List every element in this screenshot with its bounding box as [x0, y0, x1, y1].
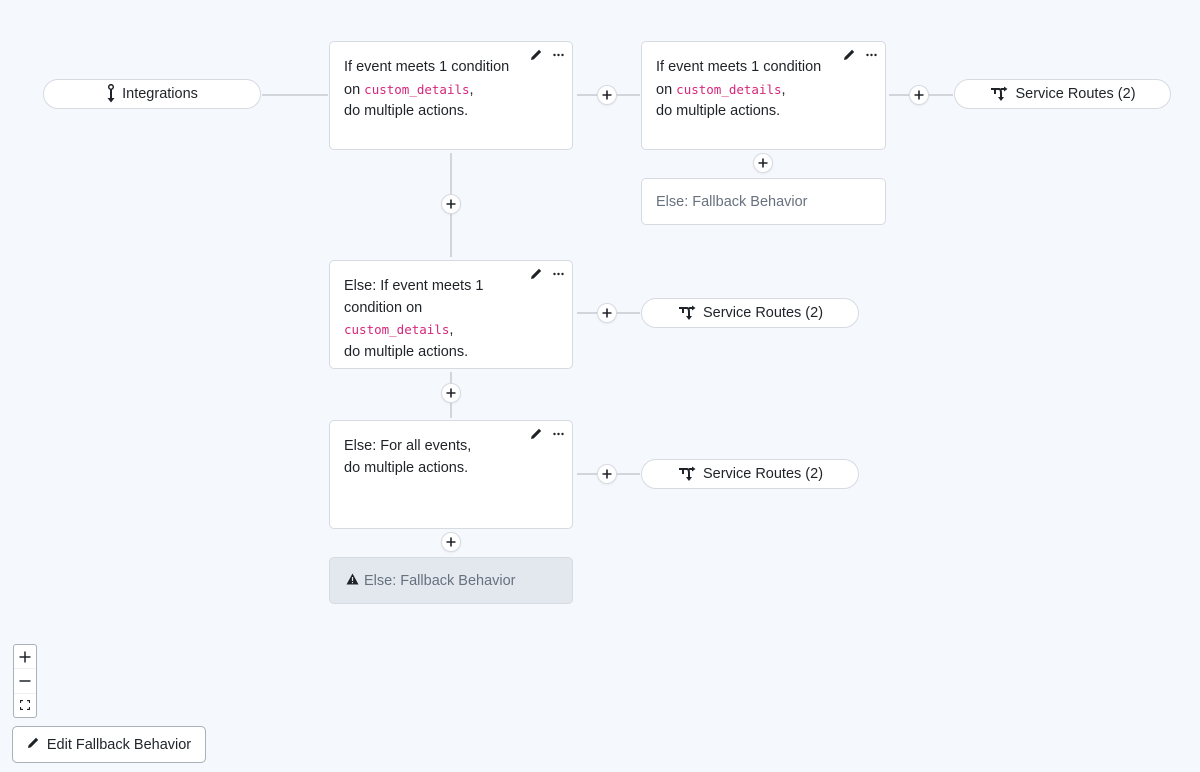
pencil-icon[interactable] — [530, 48, 543, 61]
fallback-label: Else: Fallback Behavior — [364, 572, 516, 589]
fit-view-button[interactable] — [14, 694, 36, 717]
add-node-button[interactable] — [753, 153, 773, 173]
plus-icon — [914, 90, 924, 100]
warning-icon — [346, 573, 359, 589]
zoom-in-button[interactable] — [14, 645, 36, 670]
rule-text-line: do multiple actions. — [344, 343, 469, 360]
rule-text: on — [656, 81, 677, 98]
rule-description: If event meets 1 condition on custom_det… — [656, 57, 836, 123]
service-routes-label: Service Routes (2) — [702, 466, 824, 482]
service-routes-label: Service Routes (2) — [702, 305, 824, 321]
nested-fallback-node[interactable]: Else: Fallback Behavior — [641, 178, 886, 225]
add-node-button[interactable] — [441, 194, 461, 214]
fit-view-icon — [20, 700, 30, 711]
integrations-label: Integrations — [122, 86, 198, 102]
rule-text-line: custom_details, — [344, 319, 524, 342]
service-routes-node[interactable]: Service Routes (2) — [954, 79, 1171, 109]
rule-text-line: Else: For all events, — [344, 438, 472, 454]
add-node-button[interactable] — [441, 383, 461, 403]
plus-icon — [446, 537, 456, 547]
add-node-button[interactable] — [597, 85, 617, 105]
field-name: custom_details — [676, 81, 782, 97]
plus-icon — [602, 469, 612, 479]
pencil-icon[interactable] — [843, 48, 856, 61]
rule-text-line: on custom_details, — [344, 79, 524, 102]
ellipsis-icon[interactable] — [553, 272, 564, 276]
route-icon — [677, 305, 697, 321]
integration-icon — [106, 84, 116, 104]
pencil-icon[interactable] — [530, 267, 543, 280]
minus-icon — [19, 680, 31, 682]
zoom-controls — [13, 644, 37, 718]
rule-card-1[interactable]: If event meets 1 condition on custom_det… — [329, 41, 573, 150]
rule-text-line: do multiple actions. — [656, 103, 781, 119]
service-routes-node[interactable]: Service Routes (2) — [641, 459, 859, 489]
rule-text-line: If event meets 1 condition — [656, 59, 822, 75]
add-node-button[interactable] — [597, 464, 617, 484]
pencil-icon[interactable] — [530, 427, 543, 440]
rule-card-2[interactable]: Else: If event meets 1 condition on cust… — [329, 260, 573, 369]
plus-icon — [602, 308, 612, 318]
plus-icon — [446, 199, 456, 209]
add-node-button[interactable] — [441, 532, 461, 552]
service-routes-node[interactable]: Service Routes (2) — [641, 298, 859, 328]
pencil-icon — [27, 736, 40, 753]
rule-text-line: on custom_details, — [656, 79, 836, 102]
nested-rule-card[interactable]: If event meets 1 condition on custom_det… — [641, 41, 886, 150]
service-routes-label: Service Routes (2) — [1015, 86, 1136, 102]
field-name: custom_details — [364, 81, 470, 97]
ellipsis-icon[interactable] — [866, 53, 877, 57]
plus-icon — [602, 90, 612, 100]
ellipsis-icon[interactable] — [553, 53, 564, 57]
connector-integrations-rule1 — [262, 94, 328, 96]
add-node-button[interactable] — [597, 303, 617, 323]
rule-text: , — [469, 81, 474, 98]
edit-fallback-button[interactable]: Edit Fallback Behavior — [12, 726, 206, 763]
rule-text-line: do multiple actions. — [344, 459, 469, 476]
rule-text: , — [449, 322, 454, 338]
fallback-label: Else: Fallback Behavior — [656, 193, 808, 210]
rule-text: , — [781, 81, 786, 98]
ellipsis-icon[interactable] — [553, 432, 564, 436]
route-icon — [677, 466, 697, 482]
integrations-node[interactable]: Integrations — [43, 79, 261, 109]
fallback-node[interactable]: Else: Fallback Behavior — [329, 557, 573, 604]
rule-description: Else: For all events, do multiple action… — [344, 436, 524, 479]
rule-text-line: do multiple actions. — [344, 103, 469, 119]
rule-text-line: If event meets 1 condition — [344, 59, 510, 75]
rule-description: If event meets 1 condition on custom_det… — [344, 57, 524, 123]
rule-card-3[interactable]: Else: For all events, do multiple action… — [329, 420, 573, 529]
zoom-out-button[interactable] — [14, 669, 36, 694]
route-icon — [989, 86, 1009, 102]
add-node-button[interactable] — [909, 85, 929, 105]
edit-fallback-label: Edit Fallback Behavior — [46, 736, 192, 753]
rule-text-line: condition on — [344, 299, 423, 316]
field-name: custom_details — [344, 322, 450, 337]
rule-text-line: Else: If event meets 1 — [344, 278, 484, 294]
plus-icon — [19, 651, 31, 663]
plus-icon — [446, 388, 456, 398]
plus-icon — [758, 158, 768, 168]
rule-description: Else: If event meets 1 condition on cust… — [344, 276, 524, 363]
rule-text: on — [344, 81, 365, 98]
